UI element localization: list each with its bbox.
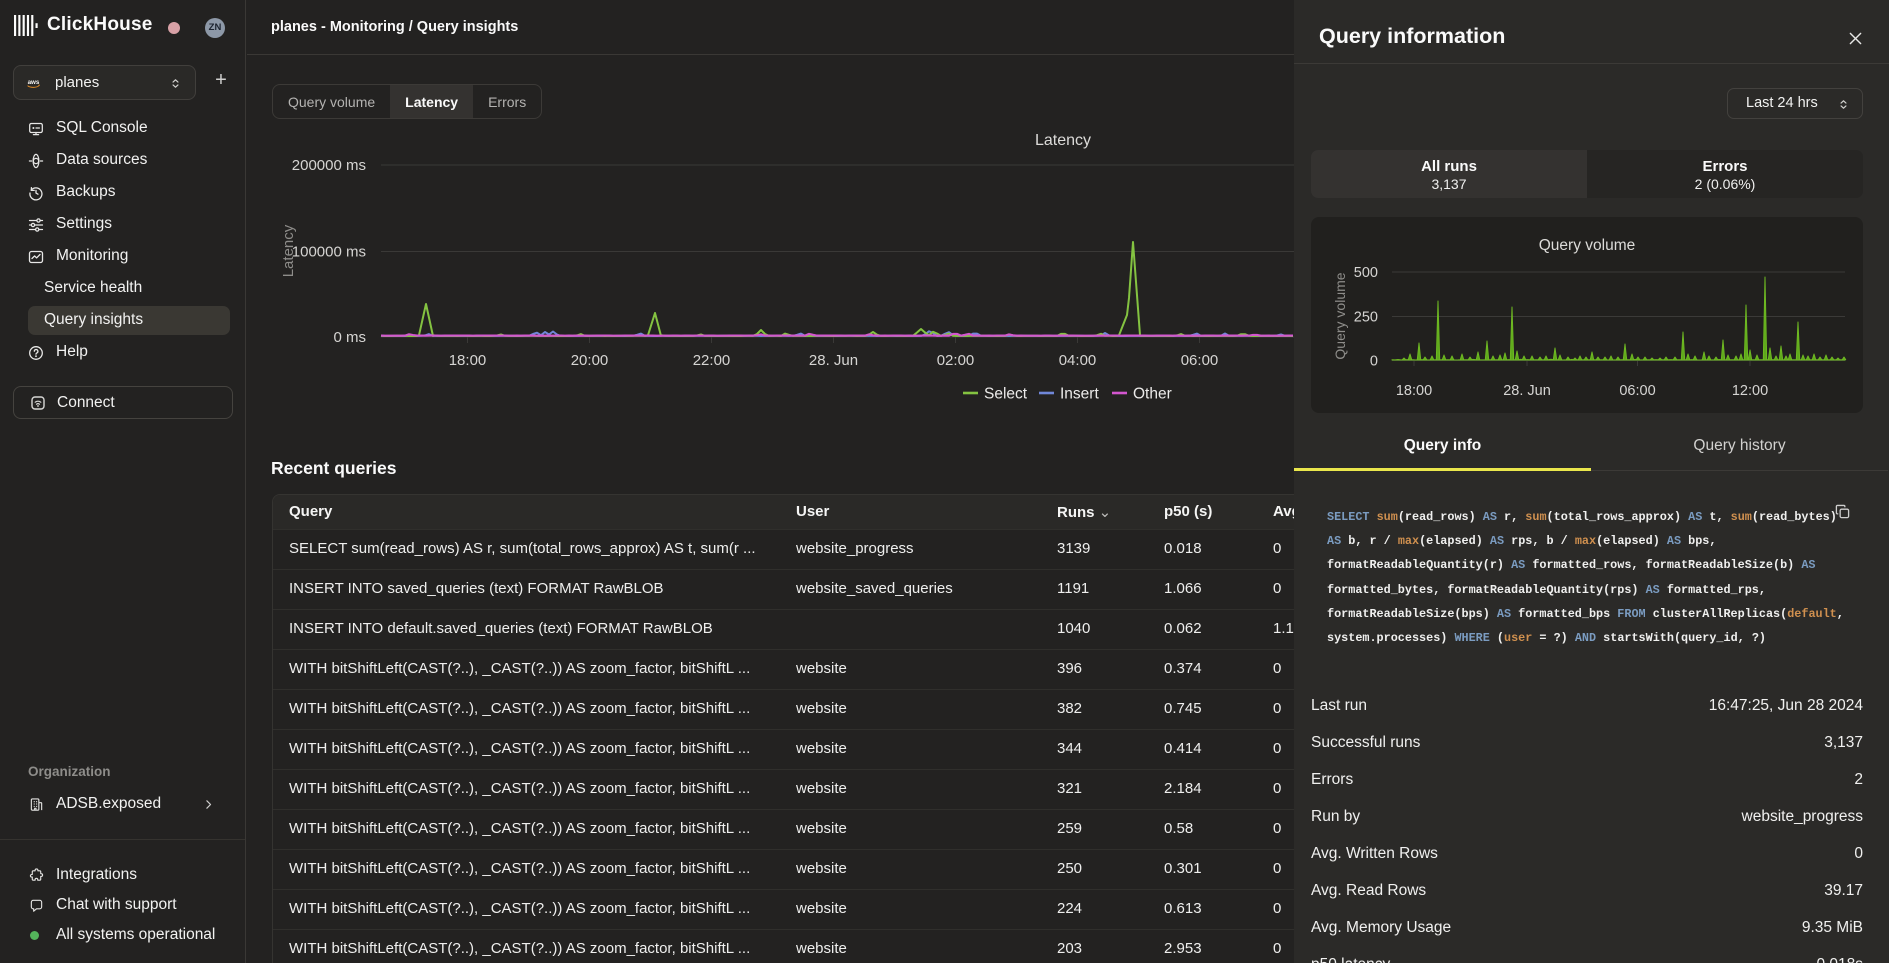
svg-text:Other: Other	[1133, 386, 1172, 403]
svg-text:06:00: 06:00	[1619, 383, 1655, 399]
svg-text:250: 250	[1354, 310, 1378, 326]
svg-text:100000 ms: 100000 ms	[292, 244, 366, 261]
svg-text:Query volume: Query volume	[1332, 272, 1348, 359]
svg-text:Select: Select	[984, 386, 1028, 403]
svg-text:0: 0	[1370, 354, 1378, 370]
svg-text:0 ms: 0 ms	[333, 329, 366, 346]
svg-text:18:00: 18:00	[1396, 383, 1432, 399]
svg-text:Query volume: Query volume	[1539, 237, 1635, 254]
svg-text:28. Jun: 28. Jun	[1503, 383, 1551, 399]
svg-text:500: 500	[1354, 265, 1378, 281]
svg-text:Latency: Latency	[1035, 132, 1091, 149]
svg-text:20:00: 20:00	[571, 352, 609, 369]
svg-text:200000 ms: 200000 ms	[292, 157, 366, 174]
svg-text:aws: aws	[28, 79, 40, 86]
svg-text:12:00: 12:00	[1732, 383, 1768, 399]
svg-text:02:00: 02:00	[937, 352, 975, 369]
svg-text:04:00: 04:00	[1059, 352, 1097, 369]
svg-text:18:00: 18:00	[449, 352, 487, 369]
svg-text:06:00: 06:00	[1181, 352, 1219, 369]
svg-text:22:00: 22:00	[693, 352, 731, 369]
svg-text:28. Jun: 28. Jun	[809, 352, 858, 369]
svg-text:Insert: Insert	[1060, 386, 1099, 403]
